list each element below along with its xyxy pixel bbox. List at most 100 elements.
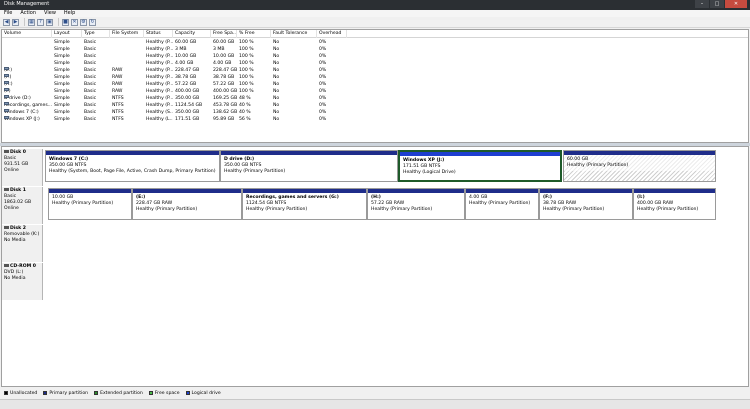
minimize-button[interactable]: –	[695, 0, 709, 8]
close-button[interactable]: ✕	[725, 0, 747, 8]
cell-free-space: 138.62 GB	[213, 110, 237, 115]
drive-icon	[4, 67, 9, 70]
cell-overhead: 0%	[319, 117, 327, 122]
partition-status: Healthy (Primary Partition)	[136, 207, 198, 212]
cell-layout: Simple	[54, 61, 70, 66]
table-row[interactable]: (E:) Simple Basic RAW Healthy (P... 228.47 GB…	[2, 67, 748, 74]
disk-status: No Media	[4, 238, 26, 243]
cell-overhead: 0%	[319, 68, 327, 73]
menu-help[interactable]: Help	[60, 10, 79, 17]
partition-status: Healthy (System, Boot, Page File, Active…	[49, 169, 216, 174]
legend-item: Extended partition	[94, 391, 143, 396]
partition-d-drive[interactable]: D drive (D:) 350.00 GB NTFS Healthy (Pri…	[220, 150, 398, 182]
cell-layout: Simple	[54, 103, 70, 108]
title-bar[interactable]: Disk Management – □ ✕	[0, 0, 750, 10]
cell-capacity: 228.47 GB	[175, 68, 200, 73]
table-row[interactable]: (F:) Simple Basic RAW Healthy (P... 38.78 GB 3…	[2, 74, 748, 81]
table-row[interactable]: Windows XP (J:) Simple Basic NTFS Healthy (L…	[2, 116, 748, 123]
legend-label: Extended partition	[100, 390, 143, 396]
table-row[interactable]: Simple Basic Healthy (P... 3 MB 3 MB 100 % No 0…	[2, 46, 748, 53]
partition-recordings[interactable]: Recordings, games and servers (G:) 1124.…	[242, 188, 367, 220]
partition-i[interactable]: (I:) 400.00 GB RAW Healthy (Primary Part…	[633, 188, 716, 220]
cell-file-system: NTFS	[112, 103, 124, 108]
cd-rom-icon	[4, 264, 9, 267]
partition-windows-xp[interactable]: Windows XP (J:) 171.51 GB NTFS Healthy (…	[398, 150, 562, 182]
refresh-icon[interactable]: ↻	[89, 18, 96, 26]
column-header-capacity[interactable]: Capacity	[173, 30, 211, 38]
column-header-fault-tolerance[interactable]: Fault Tolerance	[271, 30, 317, 38]
column-header-free-space[interactable]: Free Spa...	[211, 30, 237, 38]
table-row[interactable]: (I:) Simple Basic RAW Healthy (P... 400.00 GB…	[2, 88, 748, 95]
partition-status: Healthy (Primary Partition)	[246, 207, 308, 212]
cell-layout: Simple	[54, 117, 70, 122]
legend-item: Free space	[148, 391, 180, 396]
legend-label: Unallocated	[10, 390, 38, 396]
disk-name: Disk 2	[10, 226, 26, 231]
partition-h[interactable]: (H:) 57.22 GB RAW Healthy (Primary Parti…	[367, 188, 465, 220]
disk-row-disk-1: Disk 1 Basic 1863.02 GB Online 10.00 GB …	[2, 187, 748, 224]
table-row[interactable]: Simple Basic Healthy (P... 60.00 GB 60.00 GB…	[2, 39, 748, 46]
legend-swatch	[94, 391, 99, 395]
column-header-layout[interactable]: Layout	[52, 30, 82, 38]
disk-label[interactable]: Disk 1 Basic 1863.02 GB Online	[2, 187, 43, 224]
drive-icon	[4, 116, 9, 119]
disk-row-cdrom-0: CD-ROM 0 DVD (L:) No Media	[2, 263, 748, 300]
partition-unlabeled-10gb[interactable]: 10.00 GB Healthy (Primary Partition)	[48, 188, 132, 220]
column-header-status[interactable]: Status	[144, 30, 173, 38]
column-header-overhead[interactable]: Overhead	[317, 30, 347, 38]
cell-type: Basic	[84, 96, 97, 101]
disk-label[interactable]: Disk 0 Basic 931.51 GB Online	[2, 149, 43, 186]
legend-item: Logical drive	[185, 391, 221, 396]
menu-view[interactable]: View	[40, 10, 60, 17]
cell-percent-free: 40 %	[239, 103, 251, 108]
cell-capacity: 10.00 GB	[175, 54, 197, 59]
table-row[interactable]: D drive (D:) Simple Basic NTFS Healthy (P...…	[2, 95, 748, 102]
maximize-button[interactable]: □	[710, 0, 724, 8]
legend-swatch	[148, 391, 153, 395]
properties-icon[interactable]: ▣	[46, 18, 53, 26]
column-header-file-system[interactable]: File System	[110, 30, 144, 38]
table-row[interactable]: Windows 7 (C:) Simple Basic NTFS Healthy (S.…	[2, 109, 748, 116]
disk-name: CD-ROM 0	[10, 264, 36, 269]
cell-file-system: NTFS	[112, 117, 124, 122]
partition-status: Healthy (Primary Partition)	[637, 207, 699, 212]
disk-label[interactable]: Disk 2 Removable (K:) No Media	[2, 225, 43, 262]
back-icon[interactable]: ◀	[3, 18, 10, 26]
forward-icon[interactable]: ▶	[12, 18, 19, 26]
table-row[interactable]: Simple Basic Healthy (P... 10.00 GB 10.00 GB…	[2, 53, 748, 60]
cell-fault-tolerance: No	[273, 47, 280, 52]
cell-layout: Simple	[54, 75, 70, 80]
cell-fault-tolerance: No	[273, 68, 280, 73]
volume-list[interactable]: Volume Layout Type File System Status Ca…	[1, 29, 749, 143]
legend: Unallocated Primary partition Extended p…	[1, 388, 749, 398]
cell-free-space: 57.22 GB	[213, 82, 235, 87]
column-header-type[interactable]: Type	[82, 30, 110, 38]
menu-action[interactable]: Action	[16, 10, 40, 17]
column-header-volume[interactable]: Volume	[2, 30, 52, 38]
table-row[interactable]: Recordings, games... Simple Basic NTFS Healt…	[2, 102, 748, 109]
cell-layout: Simple	[54, 54, 70, 59]
partition-unlabeled-4gb[interactable]: 4.00 GB Healthy (Primary Partition)	[465, 188, 539, 220]
partition-windows-7[interactable]: Windows 7 (C:) 350.00 GB NTFS Healthy (S…	[45, 150, 220, 182]
column-header-percent-free[interactable]: % Free	[237, 30, 271, 38]
table-row[interactable]: Simple Basic Healthy (P... 4.00 GB 4.00 GB 10…	[2, 60, 748, 67]
partition-e[interactable]: (E:) 228.47 GB RAW Healthy (Primary Part…	[132, 188, 242, 220]
cell-capacity: 60.00 GB	[175, 40, 197, 45]
cell-capacity: 350.00 GB	[175, 110, 200, 115]
disk-management-window: Disk Management – □ ✕ File Action View H…	[0, 0, 750, 409]
cell-free-space: 169.25 GB	[213, 96, 237, 101]
menu-file[interactable]: File	[0, 10, 16, 17]
table-row[interactable]: (H:) Simple Basic RAW Healthy (P... 57.22 GB 5…	[2, 81, 748, 88]
settings-icon[interactable]: ⚙	[80, 18, 87, 26]
cell-free-space: 3 MB	[213, 47, 225, 52]
no-media-area	[44, 263, 748, 300]
console-tree-icon[interactable]: ▦	[28, 18, 35, 26]
delete-icon[interactable]: ✕	[71, 18, 78, 26]
connect-disk-icon[interactable]: ■	[62, 18, 69, 26]
disk-label[interactable]: CD-ROM 0 DVD (L:) No Media	[2, 263, 43, 300]
partition-unlabeled-60gb[interactable]: 60.00 GB Healthy (Primary Partition)	[563, 150, 716, 182]
cell-percent-free: 100 %	[239, 54, 254, 59]
partition-f[interactable]: (F:) 38.78 GB RAW Healthy (Primary Parti…	[539, 188, 633, 220]
cell-percent-free: 48 %	[239, 96, 251, 101]
help-icon[interactable]: ?	[37, 18, 44, 26]
